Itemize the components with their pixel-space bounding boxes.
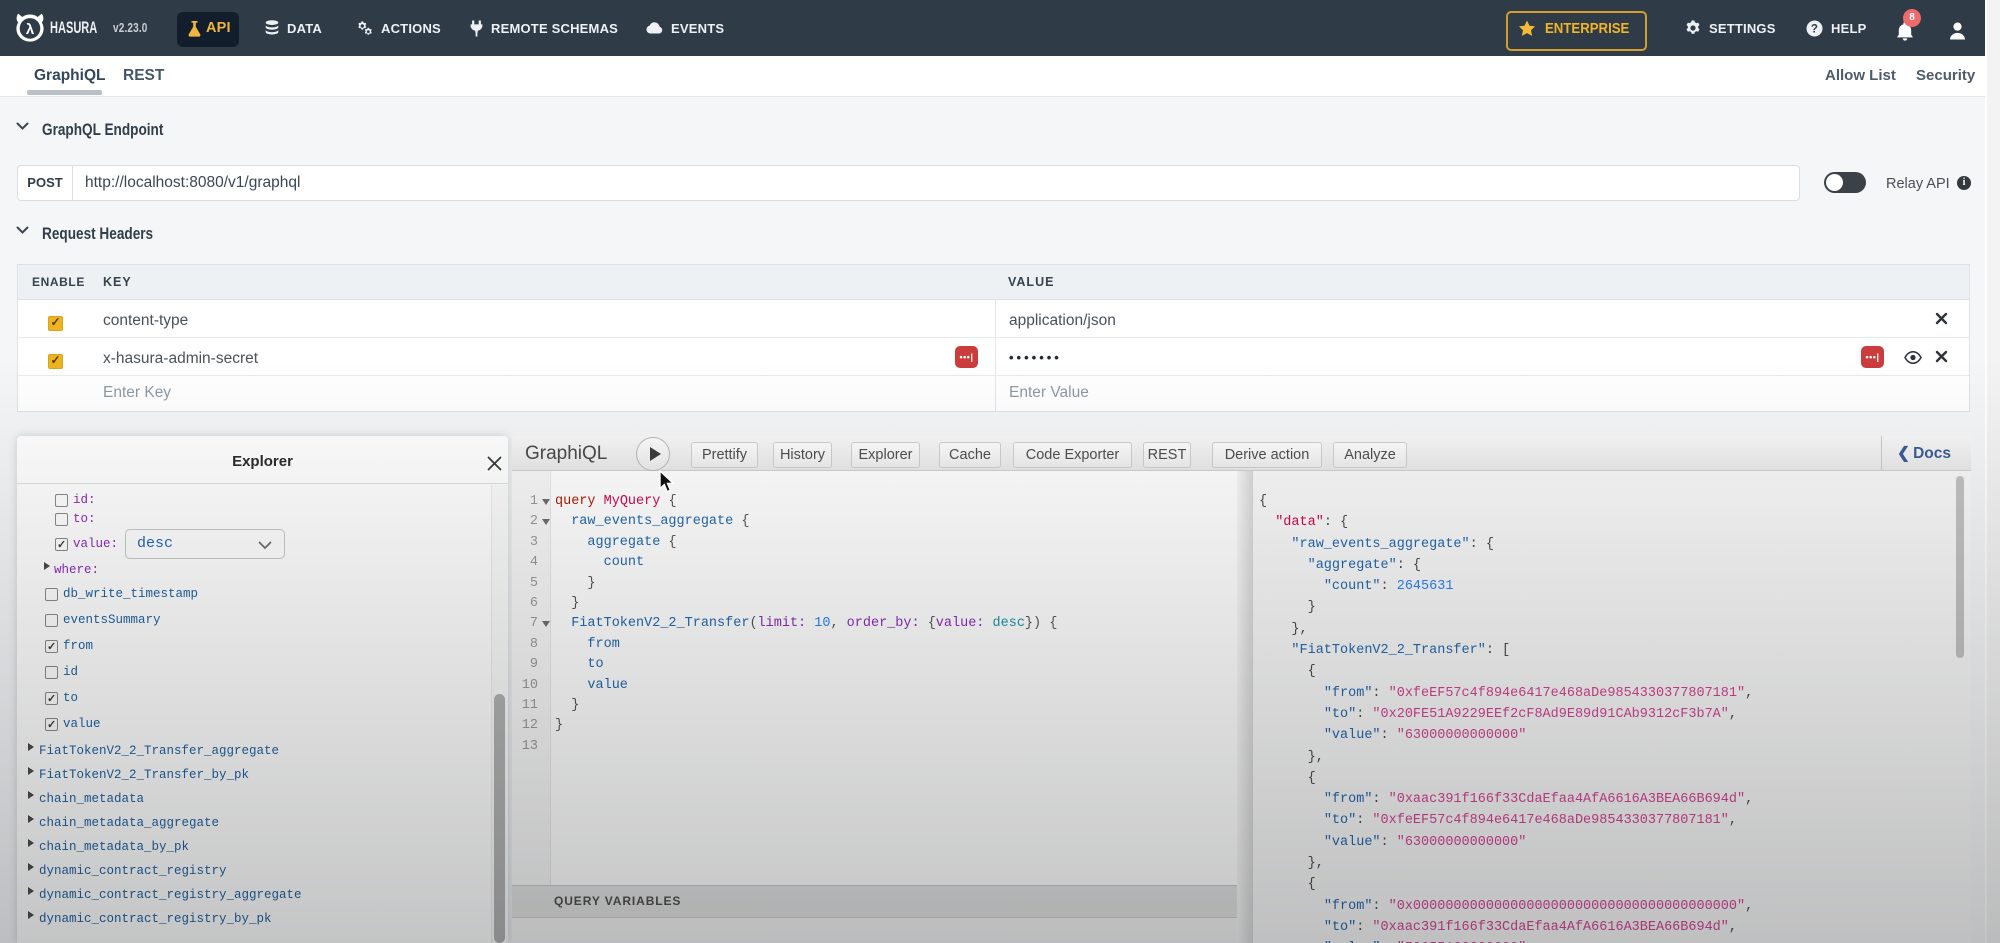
svg-text:λ: λ: [26, 21, 35, 38]
svg-text:?: ?: [1811, 23, 1818, 35]
